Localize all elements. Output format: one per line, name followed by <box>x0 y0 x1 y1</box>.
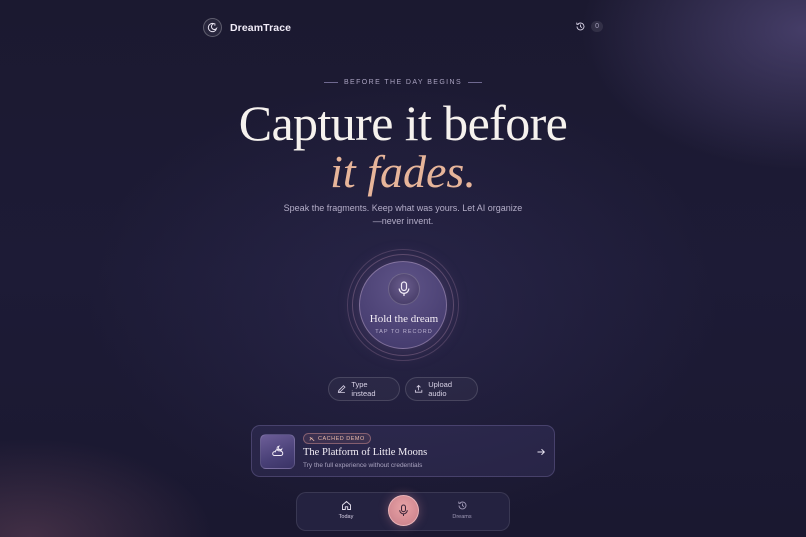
record-label: Hold the dream <box>369 313 439 325</box>
type-instead-label: Type instead <box>351 380 376 398</box>
arrow-right-icon <box>537 448 546 456</box>
subtitle-line: Speak the fragments. Keep what was yours… <box>283 203 523 213</box>
demo-card[interactable]: CACHED DEMO The Platform of Little Moons… <box>251 425 555 477</box>
subtitle-line: —never invent. <box>372 216 434 226</box>
type-instead-button[interactable]: Type instead <box>328 377 400 401</box>
pencil-icon <box>337 385 346 393</box>
record-button[interactable]: Hold the dream TAP TO RECORD <box>359 261 447 349</box>
signal-icon <box>309 436 315 441</box>
cached-demo-badge: CACHED DEMO <box>303 433 371 444</box>
microphone-icon <box>388 273 420 305</box>
card-title: The Platform of Little Moons <box>303 447 428 458</box>
card-description: Try the full experience without credenti… <box>303 462 423 469</box>
microphone-icon <box>399 504 408 516</box>
upload-icon <box>414 384 423 393</box>
nav-item-today[interactable]: Today <box>326 500 366 520</box>
bottom-nav: Today Dreams <box>296 492 510 531</box>
page-subtitle: Speak the fragments. Keep what was yours… <box>283 202 523 228</box>
eyebrow: BEFORE THE DAY BEGINS <box>0 79 806 86</box>
nav-record-button[interactable] <box>388 495 419 526</box>
app-name: DreamTrace <box>230 21 292 34</box>
history-icon <box>576 22 585 31</box>
record-control: Hold the dream TAP TO RECORD <box>347 249 459 361</box>
eyebrow-text: BEFORE THE DAY BEGINS <box>343 79 463 86</box>
top-bar: DreamTrace 0 <box>203 18 603 40</box>
brand[interactable]: DreamTrace <box>203 18 291 37</box>
upload-audio-label: Upload audio <box>428 380 452 398</box>
page-title-accent: it fades. <box>330 146 476 197</box>
record-hint: TAP TO RECORD <box>375 329 433 335</box>
home-icon <box>341 500 351 510</box>
nav-label: Today <box>338 514 354 520</box>
divider <box>468 81 483 83</box>
page-title: Capture it before <box>238 95 568 151</box>
divider <box>323 81 338 83</box>
badge-label: CACHED DEMO <box>318 435 365 442</box>
moon-swirl-icon <box>203 18 222 37</box>
upload-audio-button[interactable]: Upload audio <box>405 377 478 401</box>
history-count-badge: 0 <box>591 21 603 32</box>
moon-cloud-icon <box>260 434 295 469</box>
history-button[interactable]: 0 <box>575 21 603 32</box>
nav-label: Dreams <box>452 514 472 520</box>
nav-item-dreams[interactable]: Dreams <box>442 500 482 520</box>
history-icon <box>457 501 466 510</box>
